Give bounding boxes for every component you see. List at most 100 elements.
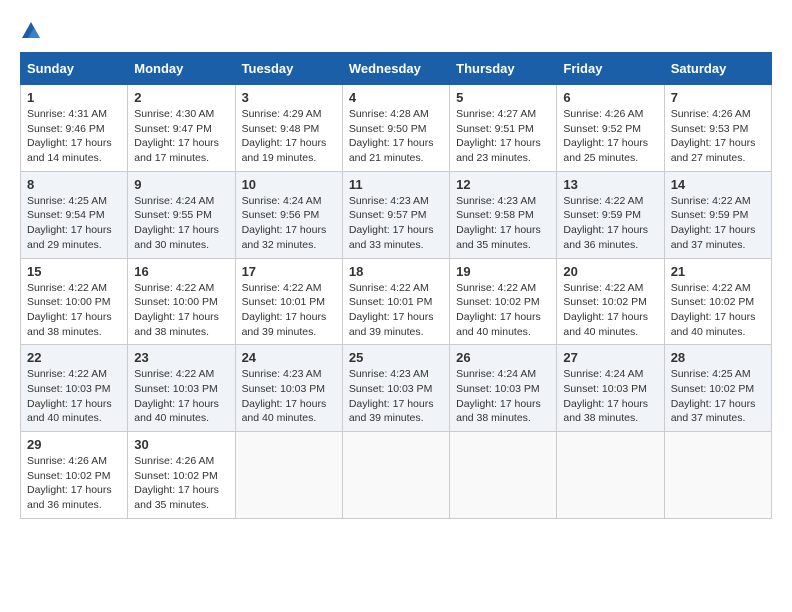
weekday-header-tuesday: Tuesday <box>235 53 342 85</box>
calendar-cell: 17 Sunrise: 4:22 AM Sunset: 10:01 PM Day… <box>235 258 342 345</box>
day-info: Sunrise: 4:22 AM Sunset: 10:01 PM Daylig… <box>242 282 327 338</box>
day-number: 16 <box>134 264 228 279</box>
day-number: 19 <box>456 264 550 279</box>
day-number: 3 <box>242 90 336 105</box>
day-number: 5 <box>456 90 550 105</box>
day-info: Sunrise: 4:30 AM Sunset: 9:47 PM Dayligh… <box>134 108 219 164</box>
calendar-cell: 16 Sunrise: 4:22 AM Sunset: 10:00 PM Day… <box>128 258 235 345</box>
calendar-week-row: 22 Sunrise: 4:22 AM Sunset: 10:03 PM Day… <box>21 345 772 432</box>
calendar-cell: 26 Sunrise: 4:24 AM Sunset: 10:03 PM Day… <box>450 345 557 432</box>
day-info: Sunrise: 4:22 AM Sunset: 10:00 PM Daylig… <box>134 282 219 338</box>
day-info: Sunrise: 4:23 AM Sunset: 9:57 PM Dayligh… <box>349 195 434 251</box>
day-number: 14 <box>671 177 765 192</box>
weekday-header-thursday: Thursday <box>450 53 557 85</box>
day-info: Sunrise: 4:23 AM Sunset: 10:03 PM Daylig… <box>242 368 327 424</box>
day-number: 27 <box>563 350 657 365</box>
day-number: 9 <box>134 177 228 192</box>
day-info: Sunrise: 4:22 AM Sunset: 9:59 PM Dayligh… <box>671 195 756 251</box>
calendar-cell <box>557 432 664 519</box>
day-number: 4 <box>349 90 443 105</box>
calendar-week-row: 1 Sunrise: 4:31 AM Sunset: 9:46 PM Dayli… <box>21 85 772 172</box>
calendar-header-row: SundayMondayTuesdayWednesdayThursdayFrid… <box>21 53 772 85</box>
calendar-cell: 1 Sunrise: 4:31 AM Sunset: 9:46 PM Dayli… <box>21 85 128 172</box>
day-number: 21 <box>671 264 765 279</box>
calendar-cell: 30 Sunrise: 4:26 AM Sunset: 10:02 PM Day… <box>128 432 235 519</box>
day-number: 2 <box>134 90 228 105</box>
weekday-header-saturday: Saturday <box>664 53 771 85</box>
day-number: 7 <box>671 90 765 105</box>
calendar-week-row: 15 Sunrise: 4:22 AM Sunset: 10:00 PM Day… <box>21 258 772 345</box>
calendar-cell: 4 Sunrise: 4:28 AM Sunset: 9:50 PM Dayli… <box>342 85 449 172</box>
calendar-cell <box>342 432 449 519</box>
day-info: Sunrise: 4:22 AM Sunset: 10:02 PM Daylig… <box>671 282 756 338</box>
day-number: 20 <box>563 264 657 279</box>
calendar-cell: 24 Sunrise: 4:23 AM Sunset: 10:03 PM Day… <box>235 345 342 432</box>
day-info: Sunrise: 4:26 AM Sunset: 10:02 PM Daylig… <box>134 455 219 511</box>
calendar-cell: 20 Sunrise: 4:22 AM Sunset: 10:02 PM Day… <box>557 258 664 345</box>
calendar-cell: 2 Sunrise: 4:30 AM Sunset: 9:47 PM Dayli… <box>128 85 235 172</box>
calendar-cell: 25 Sunrise: 4:23 AM Sunset: 10:03 PM Day… <box>342 345 449 432</box>
calendar-cell: 6 Sunrise: 4:26 AM Sunset: 9:52 PM Dayli… <box>557 85 664 172</box>
day-info: Sunrise: 4:23 AM Sunset: 10:03 PM Daylig… <box>349 368 434 424</box>
day-number: 10 <box>242 177 336 192</box>
day-number: 15 <box>27 264 121 279</box>
day-number: 23 <box>134 350 228 365</box>
calendar-cell <box>450 432 557 519</box>
day-number: 12 <box>456 177 550 192</box>
calendar-cell <box>235 432 342 519</box>
calendar-table: SundayMondayTuesdayWednesdayThursdayFrid… <box>20 52 772 519</box>
calendar-cell: 22 Sunrise: 4:22 AM Sunset: 10:03 PM Day… <box>21 345 128 432</box>
day-info: Sunrise: 4:22 AM Sunset: 10:02 PM Daylig… <box>563 282 648 338</box>
day-number: 24 <box>242 350 336 365</box>
day-info: Sunrise: 4:31 AM Sunset: 9:46 PM Dayligh… <box>27 108 112 164</box>
day-number: 13 <box>563 177 657 192</box>
day-info: Sunrise: 4:22 AM Sunset: 9:59 PM Dayligh… <box>563 195 648 251</box>
day-info: Sunrise: 4:22 AM Sunset: 10:02 PM Daylig… <box>456 282 541 338</box>
calendar-cell: 3 Sunrise: 4:29 AM Sunset: 9:48 PM Dayli… <box>235 85 342 172</box>
calendar-cell: 12 Sunrise: 4:23 AM Sunset: 9:58 PM Dayl… <box>450 171 557 258</box>
day-number: 8 <box>27 177 121 192</box>
calendar-cell: 11 Sunrise: 4:23 AM Sunset: 9:57 PM Dayl… <box>342 171 449 258</box>
day-info: Sunrise: 4:23 AM Sunset: 9:58 PM Dayligh… <box>456 195 541 251</box>
calendar-cell: 13 Sunrise: 4:22 AM Sunset: 9:59 PM Dayl… <box>557 171 664 258</box>
calendar-cell: 10 Sunrise: 4:24 AM Sunset: 9:56 PM Dayl… <box>235 171 342 258</box>
day-info: Sunrise: 4:24 AM Sunset: 10:03 PM Daylig… <box>563 368 648 424</box>
calendar-cell <box>664 432 771 519</box>
logo <box>20 20 44 42</box>
calendar-cell: 14 Sunrise: 4:22 AM Sunset: 9:59 PM Dayl… <box>664 171 771 258</box>
day-info: Sunrise: 4:25 AM Sunset: 10:02 PM Daylig… <box>671 368 756 424</box>
weekday-header-friday: Friday <box>557 53 664 85</box>
day-number: 29 <box>27 437 121 452</box>
weekday-header-sunday: Sunday <box>21 53 128 85</box>
day-info: Sunrise: 4:24 AM Sunset: 9:56 PM Dayligh… <box>242 195 327 251</box>
day-info: Sunrise: 4:26 AM Sunset: 10:02 PM Daylig… <box>27 455 112 511</box>
day-info: Sunrise: 4:22 AM Sunset: 10:00 PM Daylig… <box>27 282 112 338</box>
calendar-cell: 28 Sunrise: 4:25 AM Sunset: 10:02 PM Day… <box>664 345 771 432</box>
weekday-header-monday: Monday <box>128 53 235 85</box>
day-info: Sunrise: 4:26 AM Sunset: 9:52 PM Dayligh… <box>563 108 648 164</box>
page-header <box>20 20 772 42</box>
calendar-week-row: 29 Sunrise: 4:26 AM Sunset: 10:02 PM Day… <box>21 432 772 519</box>
day-number: 28 <box>671 350 765 365</box>
day-info: Sunrise: 4:26 AM Sunset: 9:53 PM Dayligh… <box>671 108 756 164</box>
day-number: 17 <box>242 264 336 279</box>
calendar-cell: 15 Sunrise: 4:22 AM Sunset: 10:00 PM Day… <box>21 258 128 345</box>
weekday-header-wednesday: Wednesday <box>342 53 449 85</box>
calendar-cell: 29 Sunrise: 4:26 AM Sunset: 10:02 PM Day… <box>21 432 128 519</box>
day-info: Sunrise: 4:22 AM Sunset: 10:03 PM Daylig… <box>27 368 112 424</box>
day-info: Sunrise: 4:28 AM Sunset: 9:50 PM Dayligh… <box>349 108 434 164</box>
calendar-cell: 19 Sunrise: 4:22 AM Sunset: 10:02 PM Day… <box>450 258 557 345</box>
day-info: Sunrise: 4:29 AM Sunset: 9:48 PM Dayligh… <box>242 108 327 164</box>
day-number: 26 <box>456 350 550 365</box>
calendar-cell: 18 Sunrise: 4:22 AM Sunset: 10:01 PM Day… <box>342 258 449 345</box>
day-number: 30 <box>134 437 228 452</box>
day-number: 18 <box>349 264 443 279</box>
day-info: Sunrise: 4:24 AM Sunset: 9:55 PM Dayligh… <box>134 195 219 251</box>
logo-icon <box>20 20 42 42</box>
day-number: 6 <box>563 90 657 105</box>
day-number: 1 <box>27 90 121 105</box>
calendar-cell: 21 Sunrise: 4:22 AM Sunset: 10:02 PM Day… <box>664 258 771 345</box>
calendar-cell: 27 Sunrise: 4:24 AM Sunset: 10:03 PM Day… <box>557 345 664 432</box>
day-info: Sunrise: 4:22 AM Sunset: 10:03 PM Daylig… <box>134 368 219 424</box>
calendar-cell: 5 Sunrise: 4:27 AM Sunset: 9:51 PM Dayli… <box>450 85 557 172</box>
